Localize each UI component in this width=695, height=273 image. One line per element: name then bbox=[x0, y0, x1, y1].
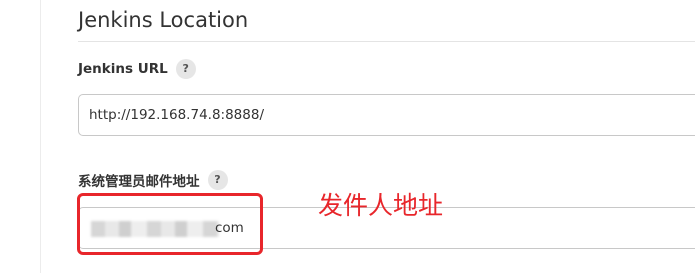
section-divider bbox=[78, 41, 695, 42]
help-icon[interactable]: ? bbox=[207, 170, 228, 190]
admin-email-label-row: 系统管理员邮件地址 ? bbox=[78, 170, 228, 190]
jenkins-url-label-row: Jenkins URL ? bbox=[78, 59, 196, 79]
help-icon[interactable]: ? bbox=[175, 59, 196, 79]
admin-email-value-suffix: com bbox=[215, 220, 244, 236]
section-title: Jenkins Location bbox=[78, 8, 249, 32]
admin-email-label: 系统管理员邮件地址 bbox=[78, 174, 200, 190]
redacted-text-blur bbox=[91, 221, 219, 237]
jenkins-url-input[interactable] bbox=[78, 94, 695, 136]
left-rail-divider bbox=[40, 0, 41, 273]
jenkins-location-settings: Jenkins Location Jenkins URL ? 系统管理员邮件地址… bbox=[0, 0, 695, 273]
sender-address-annotation: 发件人地址 bbox=[318, 191, 444, 220]
jenkins-url-label: Jenkins URL bbox=[78, 61, 168, 77]
